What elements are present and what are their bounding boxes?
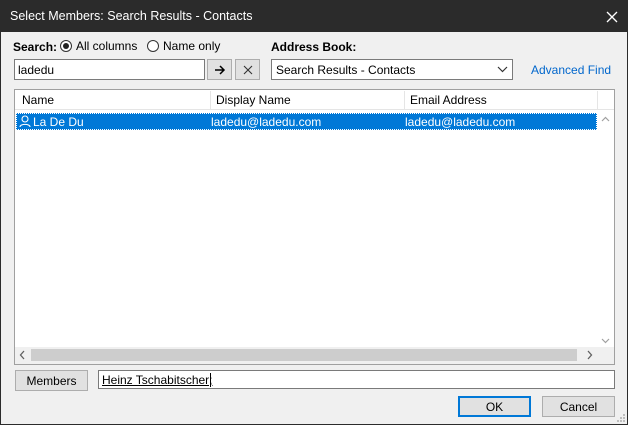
column-header-display-name[interactable]: Display Name (216, 93, 291, 107)
radio-all-columns[interactable]: All columns (60, 39, 137, 53)
cell-email: ladedu@ladedu.com (405, 115, 516, 129)
cell-name: La De Du (33, 115, 84, 129)
search-input[interactable] (14, 59, 205, 80)
radio-name-only[interactable]: Name only (147, 39, 220, 53)
radio-name-only-dot[interactable] (147, 40, 159, 52)
column-divider[interactable] (404, 91, 405, 109)
go-button[interactable] (207, 59, 232, 80)
radio-all-columns-dot[interactable] (60, 40, 72, 52)
radio-all-columns-label: All columns (76, 39, 138, 53)
horizontal-scrollbar[interactable] (15, 347, 597, 364)
title-bar: Select Members: Search Results - Contact… (1, 1, 627, 32)
clear-search-button[interactable] (235, 59, 260, 80)
vertical-scrollbar[interactable] (597, 111, 614, 348)
close-button[interactable] (596, 1, 627, 32)
advanced-find-link[interactable]: Advanced Find (531, 63, 611, 77)
scroll-up-icon[interactable] (601, 116, 610, 122)
column-header-name[interactable]: Name (22, 93, 54, 107)
resize-grip-icon[interactable] (616, 413, 626, 423)
window-title: Select Members: Search Results - Contact… (10, 9, 253, 23)
scroll-right-icon[interactable] (587, 350, 593, 360)
scroll-left-icon[interactable] (19, 350, 25, 360)
address-book-dropdown[interactable]: Search Results - Contacts (271, 59, 513, 80)
list-header: Name Display Name Email Address (15, 90, 614, 110)
horizontal-scroll-thumb[interactable] (31, 349, 577, 361)
arrow-right-icon (214, 64, 225, 75)
column-divider[interactable] (210, 91, 211, 109)
clear-icon (243, 65, 252, 74)
chevron-down-icon (497, 66, 508, 73)
scrollbar-corner (597, 347, 614, 364)
ok-button[interactable]: OK (458, 396, 531, 417)
members-field[interactable]: Heinz Tschabitscher; (98, 370, 615, 389)
scroll-down-icon[interactable] (601, 338, 610, 344)
cancel-button[interactable]: Cancel (542, 396, 615, 417)
table-row[interactable]: La De Du ladedu@ladedu.com ladedu@ladedu… (16, 113, 597, 130)
search-label: Search: (13, 40, 58, 54)
column-header-email[interactable]: Email Address (410, 93, 487, 107)
close-icon (606, 11, 617, 22)
text-caret (210, 373, 211, 387)
address-book-value: Search Results - Contacts (276, 63, 416, 77)
select-members-dialog: Select Members: Search Results - Contact… (0, 0, 628, 425)
members-button[interactable]: Members (15, 370, 88, 391)
radio-name-only-label: Name only (163, 39, 221, 53)
address-book-label: Address Book: (271, 40, 357, 54)
member-entry[interactable]: Heinz Tschabitscher; (102, 373, 213, 387)
column-divider[interactable] (597, 91, 598, 109)
cell-display-name: ladedu@ladedu.com (211, 115, 322, 129)
contact-person-icon (19, 115, 31, 128)
results-list[interactable]: Name Display Name Email Address La De Du… (14, 89, 615, 365)
